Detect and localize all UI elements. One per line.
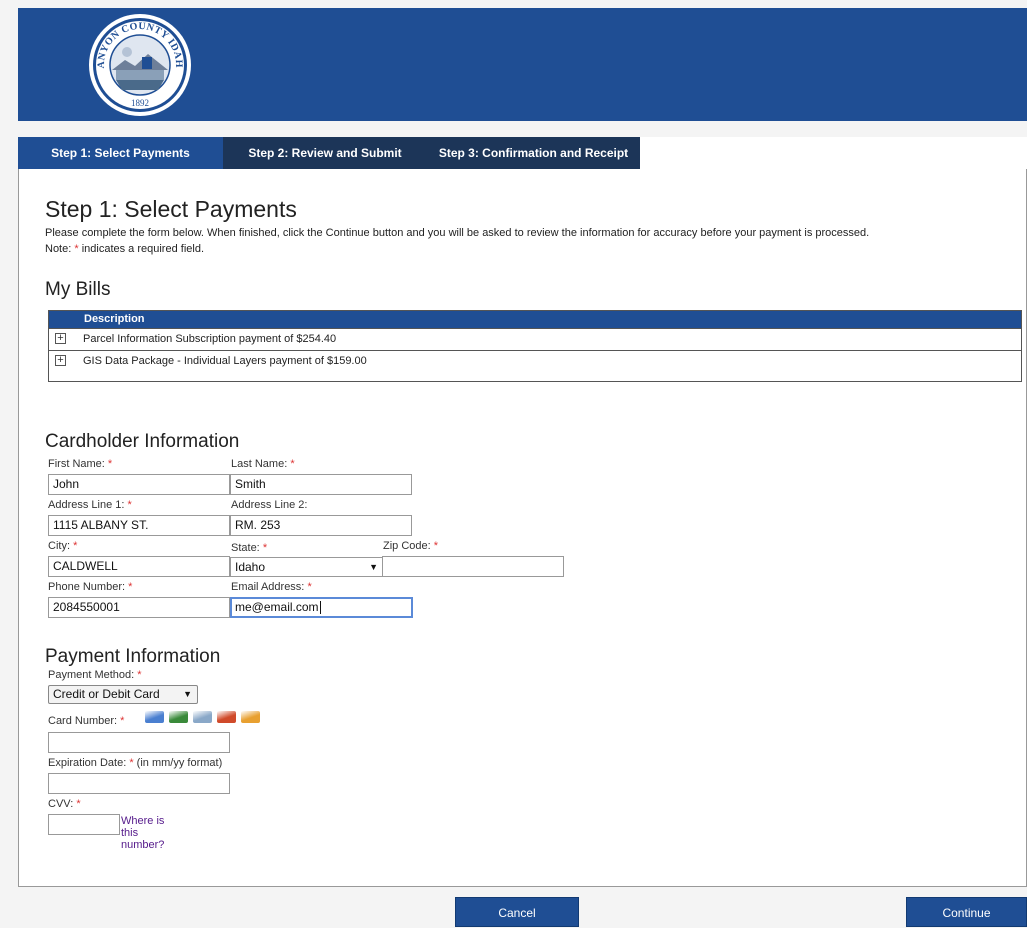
phone-field[interactable]: 2084550001 — [48, 597, 230, 618]
city-label: City: * — [48, 540, 78, 552]
payment-page: CANYON COUNTY IDAHO 1892 Step 1: Select … — [0, 0, 1027, 928]
payment-method-value: Credit or Debit Card — [53, 687, 160, 701]
cvv-help-link[interactable]: Where is this number? — [121, 815, 169, 851]
generic-card-icon — [241, 711, 260, 723]
cardholder-heading: Cardholder Information — [45, 431, 240, 452]
cvv-label: CVV: * — [48, 798, 81, 810]
visa-card-icon — [145, 711, 164, 723]
continue-button[interactable]: Continue — [906, 897, 1027, 927]
text-cursor — [319, 601, 321, 615]
bill-row: + GIS Data Package - Individual Layers p… — [49, 350, 1021, 372]
required-star: * — [74, 243, 79, 255]
city-field[interactable]: CALDWELL — [48, 556, 230, 577]
email-field[interactable]: me@email.com — [230, 597, 413, 618]
first-name-field[interactable]: John — [48, 474, 230, 495]
amex-card-icon — [193, 711, 212, 723]
expiration-field[interactable] — [48, 773, 230, 794]
last-name-label: Last Name: * — [231, 458, 295, 470]
mastercard-card-icon — [169, 711, 188, 723]
cvv-field[interactable] — [48, 814, 120, 835]
address1-field[interactable]: 1115 ALBANY ST. — [48, 515, 230, 536]
zip-field[interactable] — [382, 556, 564, 577]
tab-step-3[interactable]: Step 3: Confirmation and Receipt — [427, 137, 640, 169]
accepted-cards — [145, 711, 265, 725]
header-banner: CANYON COUNTY IDAHO 1892 — [18, 8, 1027, 121]
expand-icon[interactable]: + — [55, 355, 66, 366]
card-number-label: Card Number: * — [48, 715, 125, 727]
my-bills-heading: My Bills — [45, 279, 111, 300]
email-value: me@email.com — [235, 600, 319, 614]
note-suffix: indicates a required field. — [81, 243, 204, 255]
chevron-down-icon: ▼ — [183, 689, 192, 699]
phone-label: Phone Number: * — [48, 581, 133, 593]
expand-icon[interactable]: + — [55, 333, 66, 344]
form-panel: Step 1: Select Payments Please complete … — [18, 169, 1027, 887]
page-title: Step 1: Select Payments — [45, 196, 297, 222]
discover-card-icon — [217, 711, 236, 723]
bill-row: + Parcel Information Subscription paymen… — [49, 328, 1021, 350]
email-label: Email Address: * — [231, 581, 312, 593]
address2-label: Address Line 2: — [231, 499, 308, 511]
bill-description: GIS Data Package - Individual Layers pay… — [83, 355, 367, 367]
state-select[interactable]: Idaho ▼ — [230, 557, 383, 577]
required-note: Note: * indicates a required field. — [45, 243, 204, 255]
card-number-field[interactable] — [48, 732, 230, 753]
last-name-field[interactable]: Smith — [230, 474, 412, 495]
tab-step-1[interactable]: Step 1: Select Payments — [18, 137, 223, 169]
bills-column-header: Description — [49, 311, 1021, 328]
chevron-down-icon: ▼ — [369, 562, 378, 572]
county-seal-logo: CANYON COUNTY IDAHO 1892 — [80, 12, 191, 116]
note-prefix: Note: — [45, 243, 72, 255]
zip-label: Zip Code: * — [383, 540, 439, 552]
bill-description: Parcel Information Subscription payment … — [83, 333, 337, 345]
svg-text:1892: 1892 — [131, 98, 149, 108]
payment-heading: Payment Information — [45, 646, 221, 667]
expiration-label: Expiration Date: * (in mm/yy format) — [48, 757, 223, 769]
cancel-button[interactable]: Cancel — [455, 897, 579, 927]
address1-label: Address Line 1: * — [48, 499, 132, 511]
state-label: State: * — [231, 542, 268, 554]
address2-field[interactable]: RM. 253 — [230, 515, 412, 536]
first-name-label: First Name: * — [48, 458, 113, 470]
state-value: Idaho — [235, 560, 266, 574]
bills-table: Description + Parcel Information Subscri… — [48, 310, 1022, 382]
payment-method-select[interactable]: Credit or Debit Card ▼ — [48, 685, 198, 704]
intro-text: Please complete the form below. When fin… — [45, 227, 870, 239]
payment-method-label: Payment Method: * — [48, 669, 142, 681]
tab-step-2[interactable]: Step 2: Review and Submit — [223, 137, 427, 169]
step-tabs: Step 1: Select Payments Step 2: Review a… — [18, 137, 1027, 170]
